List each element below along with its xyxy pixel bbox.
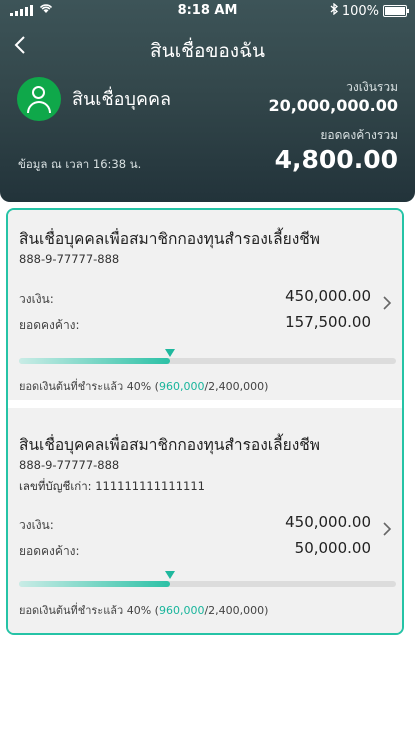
- paid-amount: 960,000: [158, 380, 205, 393]
- loan-summary-header: 8:18 AM 100% สินเชื่อของฉัน สินเชื่อบุคค…: [0, 0, 415, 202]
- repayment-progress-fill: [19, 581, 170, 587]
- page-title: สินเชื่อของฉัน: [150, 40, 265, 62]
- total-limit-label: วงเงินรวม: [346, 80, 398, 94]
- paid-principal-text: ยอดเงินต้นที่ชำระแล้ว 40% (960,000/2,400…: [19, 380, 269, 393]
- repayment-progress-bar: [19, 358, 396, 364]
- bluetooth-icon: [330, 2, 338, 19]
- repayment-progress-fill: [19, 358, 170, 364]
- loan-card[interactable]: สินเชื่อบุคคลเพื่อสมาชิกกองทุนสำรองเลี้ย…: [8, 210, 402, 400]
- loan-account-number: 888-9-77777-888: [19, 252, 120, 266]
- progress-marker-icon: [164, 571, 175, 579]
- total-limit-value: 20,000,000.00: [268, 96, 398, 115]
- loan-balance-label: ยอดคงค้าง:: [19, 544, 80, 558]
- chevron-right-icon[interactable]: [382, 292, 392, 316]
- loan-limit-label: วงเงิน:: [19, 292, 54, 306]
- loan-name: สินเชื่อบุคคลเพื่อสมาชิกกองทุนสำรองเลี้ย…: [19, 436, 320, 454]
- battery-icon: [383, 5, 409, 17]
- status-bar: 8:18 AM 100%: [0, 2, 415, 21]
- card-divider: [8, 400, 402, 408]
- paid-amount: 960,000: [158, 604, 205, 617]
- loan-limit-value: 450,000.00: [285, 513, 371, 531]
- loan-balance-value: 50,000.00: [294, 539, 371, 557]
- battery-percent: 100%: [341, 3, 379, 19]
- total-balance-value: 4,800.00: [274, 145, 398, 174]
- data-as-of: ข้อมูล ณ เวลา 16:38 น.: [18, 157, 142, 171]
- chevron-right-icon[interactable]: [382, 518, 392, 542]
- loan-limit-label: วงเงิน:: [19, 518, 54, 532]
- progress-marker-icon: [164, 349, 175, 357]
- loan-old-account-number: เลขที่บัญชีเก่า: 111111111111111: [19, 479, 205, 493]
- loan-balance-label: ยอดคงค้าง:: [19, 318, 80, 332]
- loan-balance-value: 157,500.00: [285, 313, 371, 331]
- loan-limit-value: 450,000.00: [285, 287, 371, 305]
- repayment-progress-bar: [19, 581, 396, 587]
- total-balance-label: ยอดคงค้างรวม: [320, 128, 398, 142]
- product-type: สินเชื่อบุคคล: [72, 89, 172, 110]
- loan-card[interactable]: สินเชื่อบุคคลเพื่อสมาชิกกองทุนสำรองเลี้ย…: [8, 408, 402, 633]
- paid-principal-text: ยอดเงินต้นที่ชำระแล้ว 40% (960,000/2,400…: [19, 604, 269, 617]
- user-avatar-icon: [17, 77, 61, 121]
- loan-name: สินเชื่อบุคคลเพื่อสมาชิกกองทุนสำรองเลี้ย…: [19, 230, 320, 248]
- loan-list: สินเชื่อบุคคลเพื่อสมาชิกกองทุนสำรองเลี้ย…: [6, 208, 404, 635]
- loan-account-number: 888-9-77777-888: [19, 458, 120, 472]
- nav-bar: สินเชื่อของฉัน: [0, 34, 415, 64]
